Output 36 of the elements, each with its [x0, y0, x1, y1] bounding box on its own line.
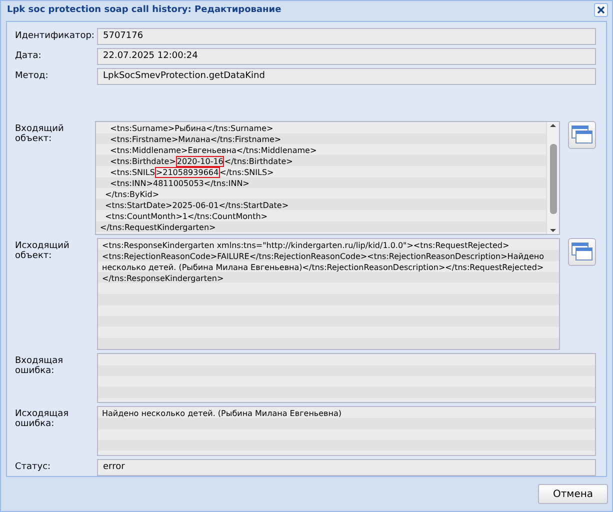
windows-icon [571, 242, 593, 262]
code-line: <tns:INN>4811005053</tns:INN> [109, 178, 250, 189]
code-line: <tns:Birthdate>2020-10-16</tns:Birthdate> [109, 156, 294, 167]
code-line: <tns:Surname>Рыбина</tns:Surname> [109, 123, 274, 134]
field-label: Исходящая ошибка: [15, 408, 70, 429]
text-field[interactable]: error [97, 459, 596, 476]
code-line: <tns:Firstname>Милана</tns:Firstname> [109, 134, 282, 145]
cancel-button[interactable]: Отмена [538, 484, 608, 504]
text-field[interactable]: 5707176 [97, 28, 596, 45]
incoming-object-textarea[interactable] [95, 121, 560, 235]
scrollbar[interactable] [546, 122, 559, 234]
window-title: Lpk soc protection soap call history: Редактирование [7, 5, 282, 15]
expand-button[interactable] [568, 238, 596, 266]
outgoing-object-textarea[interactable]: <tns:ResponseKindergarten xmlns:tns="http://kindergarten.ru/lip/kid/1.0.0"><tns:RequestRejected><tns:RejectionReasonCode>FAILURE</tns:RejectionReasonCode><tns:RejectionReasonDescription>Найдено несколько детей. (Рыбина Милана Евгеньевна)</tns:RejectionReasonDescription></tns:RequestRejected></tns:ResponseKindergarten> [97, 238, 560, 350]
field-label: Входящая ошибка: [15, 355, 64, 376]
code-line: <tns:Middlename>Евгеньевна</tns:Middlename> [109, 145, 318, 156]
expand-button[interactable] [568, 121, 596, 149]
field-label: Статус: [15, 461, 52, 472]
code-line: </tns:RequestKindergarten> [100, 222, 217, 233]
code-line: <tns:StartDate>2025-06-01</tns:StartDate> [104, 200, 290, 211]
code-line: <tns:SNILS>21058939664</tns:SNILS> [109, 167, 275, 178]
close-button[interactable] [594, 3, 608, 17]
windows-icon [571, 125, 593, 145]
close-icon [597, 6, 605, 14]
code-line: <tns:CountMonth>1</tns:CountMonth> [104, 211, 268, 222]
outgoing-error-textarea[interactable]: Найдено несколько детей. (Рыбина Милана Евгеньевна) [97, 406, 596, 456]
field-label: Входящий объект: [15, 123, 65, 144]
text-field[interactable]: LpkSocSmevProtection.getDataKind [97, 68, 596, 85]
text-field[interactable]: 22.07.2025 12:00:24 [97, 48, 596, 65]
field-label: Метод: [15, 70, 50, 81]
field-label: Идентификатор: [15, 30, 96, 41]
scroll-up-icon[interactable] [549, 122, 557, 128]
code-line: </tns:ByKid> [104, 189, 160, 200]
field-label: Исходящий объект: [15, 240, 70, 261]
field-label: Дата: [15, 50, 42, 61]
scroll-down-icon[interactable] [549, 228, 557, 234]
